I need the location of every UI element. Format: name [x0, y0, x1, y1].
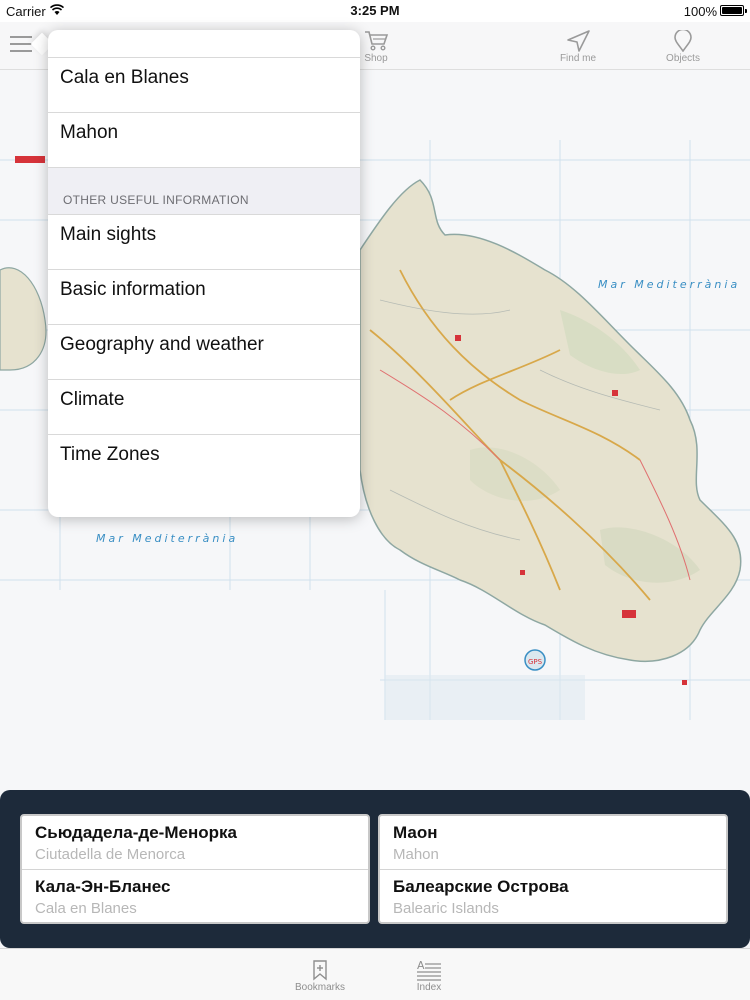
index-label: Index — [416, 982, 442, 993]
tab-bookmarks[interactable]: Bookmarks — [285, 959, 355, 993]
place-latin-name: Balearic Islands — [393, 900, 499, 917]
battery-percent: 100% — [683, 4, 717, 19]
map-pin-icon — [674, 30, 692, 52]
sea-label: Mar Mediterrània — [96, 532, 239, 545]
clock: 3:25 PM — [350, 3, 400, 18]
place-entry[interactable]: Балеарские Острова Balearic Islands — [380, 870, 726, 924]
menu-scroll-top — [48, 30, 360, 58]
svg-text:GPS: GPS — [528, 658, 543, 666]
objects-label: Objects — [666, 53, 700, 64]
bookmark-add-icon — [313, 960, 327, 981]
section-header: OTHER USEFUL INFORMATION — [48, 168, 360, 215]
place-name: Сьюдадела-де-Менорка — [35, 823, 237, 842]
place-entry[interactable]: Сьюдадела-де-Менорка Ciutadella de Menor… — [22, 816, 368, 870]
places-panel: Сьюдадела-де-Менорка Ciutadella de Menor… — [0, 790, 750, 948]
menu-item-geography-weather[interactable]: Geography and weather — [48, 325, 360, 380]
menu-item-mahon[interactable]: Mahon — [48, 113, 360, 168]
sea-label: Mar Mediterrània — [598, 278, 741, 291]
places-column-right: Маон Mahon Балеарские Острова Balearic I… — [378, 814, 728, 924]
menu-item-cala-en-blanes[interactable]: Cala en Blanes — [48, 58, 360, 113]
place-latin-name: Ciutadella de Menorca — [35, 846, 186, 863]
menu-item-time-zones[interactable]: Time Zones — [48, 435, 360, 490]
places-menu: Cala en Blanes Mahon OTHER USEFUL INFORM… — [48, 30, 360, 517]
shop-label: Shop — [364, 53, 388, 64]
tab-index[interactable]: A Index — [394, 959, 464, 993]
cart-icon — [365, 31, 389, 51]
place-latin-name: Mahon — [393, 846, 439, 863]
place-entry[interactable]: Кала-Эн-Бланес Cala en Blanes — [22, 870, 368, 924]
find-me-button[interactable]: Find me — [548, 30, 608, 64]
status-bar: Carrier 3:25 PM 100% — [0, 0, 750, 22]
place-name: Кала-Эн-Бланес — [35, 877, 171, 896]
battery-icon — [720, 5, 747, 16]
menu-item-climate[interactable]: Climate — [48, 380, 360, 435]
hamburger-icon[interactable] — [10, 36, 32, 54]
place-name: Маон — [393, 823, 438, 842]
menu-item-main-sights[interactable]: Main sights — [48, 215, 360, 270]
location-arrow-icon — [567, 30, 590, 52]
index-list-icon: A — [417, 959, 441, 981]
menu-item-basic-information[interactable]: Basic information — [48, 270, 360, 325]
place-entry[interactable]: Маон Mahon — [380, 816, 726, 870]
place-latin-name: Cala en Blanes — [35, 900, 137, 917]
find-me-label: Find me — [559, 53, 597, 64]
place-name: Балеарские Острова — [393, 877, 569, 896]
tab-bar: Bookmarks A Index — [0, 948, 750, 1000]
bookmarks-label: Bookmarks — [294, 982, 345, 993]
svg-text:A: A — [417, 959, 425, 972]
places-column-left: Сьюдадела-де-Менорка Ciutadella de Menor… — [20, 814, 370, 924]
objects-button[interactable]: Objects — [653, 30, 713, 64]
